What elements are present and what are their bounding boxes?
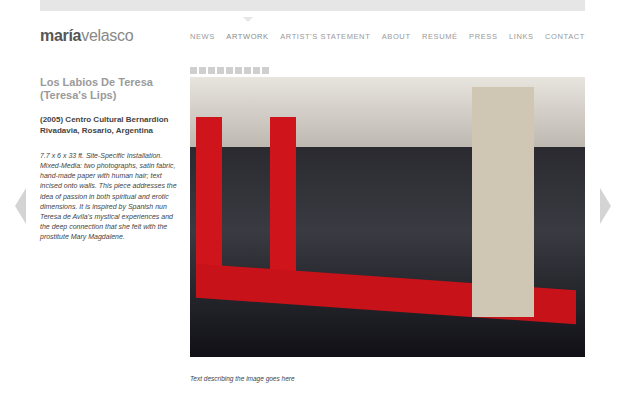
thumbnail[interactable] xyxy=(235,67,242,74)
thumbnail[interactable] xyxy=(226,67,233,74)
page: maríavelascoNEWSARTWORKARTIST'S STATEMEN… xyxy=(0,0,625,400)
gallery: Text describing the image goes here xyxy=(190,67,585,382)
top-bar xyxy=(40,0,585,11)
thumbnail[interactable] xyxy=(190,67,197,74)
nav-item[interactable]: CONTACT xyxy=(545,32,585,41)
photo-caption: Text describing the image goes here xyxy=(190,375,585,382)
notch-icon xyxy=(243,17,253,22)
thumbnail[interactable] xyxy=(253,67,260,74)
photo xyxy=(190,77,585,357)
left-gutter xyxy=(0,0,40,400)
nav-item[interactable]: NEWS xyxy=(190,32,215,41)
header: maríavelascoNEWSARTWORKARTIST'S STATEMEN… xyxy=(40,25,585,47)
logo[interactable]: maríavelasco xyxy=(40,27,190,45)
next-arrow-icon[interactable] xyxy=(600,188,611,224)
logo-light: velasco xyxy=(81,27,133,44)
thumbnail[interactable] xyxy=(199,67,206,74)
thumbnail[interactable] xyxy=(262,67,269,74)
nav-item[interactable]: ABOUT xyxy=(382,32,411,41)
artwork-title: Los Labios De Teresa (Teresa's Lips) xyxy=(40,76,180,101)
thumbnails xyxy=(190,67,585,74)
thumbnail[interactable] xyxy=(244,67,251,74)
artwork-venue: (2005) Centro Cultural Bernardion Rivada… xyxy=(40,115,180,136)
artwork-info: Los Labios De Teresa (Teresa's Lips) (200… xyxy=(40,67,180,382)
logo-bold: maría xyxy=(40,27,81,44)
nav-item[interactable]: LINKS xyxy=(509,32,534,41)
artwork-description: 7.7 x 6 x 33 ft. Site-Specific Installat… xyxy=(40,151,180,242)
nav-item[interactable]: ARTIST'S STATEMENT xyxy=(280,32,370,41)
right-gutter xyxy=(585,0,625,400)
nav-item[interactable]: ARTWORK xyxy=(226,32,268,41)
nav: NEWS ARTWORK ARTIST'S STATEMENT ABOUT RESUMÉ… xyxy=(190,32,585,41)
nav-item[interactable]: PRESS xyxy=(469,32,497,41)
nav-item[interactable]: RESUMÉ xyxy=(422,32,458,41)
thumbnail[interactable] xyxy=(208,67,215,74)
previous-arrow-icon[interactable] xyxy=(15,188,26,224)
content: maríavelascoNEWSARTWORKARTIST'S STATEMEN… xyxy=(40,0,585,400)
thumbnail[interactable] xyxy=(217,67,224,74)
main: Los Labios De Teresa (Teresa's Lips) (200… xyxy=(40,67,585,382)
